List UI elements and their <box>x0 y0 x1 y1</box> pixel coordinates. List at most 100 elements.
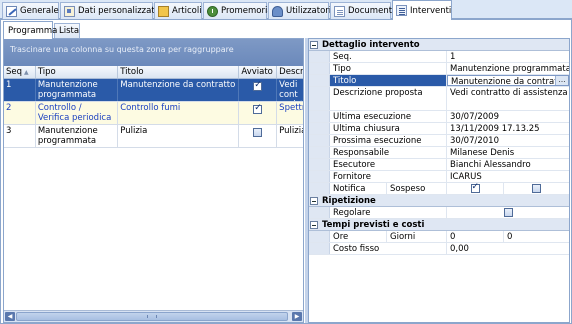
tab-utilizzatori[interactable]: Utilizzatori <box>268 2 332 19</box>
cell-avviato <box>239 79 278 101</box>
regolare-cell <box>447 207 569 218</box>
property-row-ore-giorni[interactable]: Ore Giorni 0 0 <box>309 231 569 243</box>
property-row-seq[interactable]: Seq. 1 <box>309 51 569 63</box>
tab-documenti-label: Documenti <box>348 6 395 16</box>
table-row[interactable]: 1 Manutenzione programmata Manutenzione … <box>4 79 303 102</box>
notifica-cell <box>447 183 504 194</box>
property-value[interactable]: 30/07/2009 <box>447 111 569 122</box>
users-icon <box>272 5 283 17</box>
tab-interventi[interactable]: Interventi <box>392 0 452 20</box>
property-value: Manutenzione da contratto <box>451 77 567 86</box>
cell-descrizione: Spettro <box>279 103 303 113</box>
property-label: Titolo <box>330 75 447 86</box>
property-value[interactable]: Milanese Denis <box>447 147 569 158</box>
property-value[interactable]: 30/07/2010 <box>447 135 569 146</box>
section-tempi-previsti[interactable]: Tempi previsti e costi <box>309 219 569 231</box>
sospeso-label: Sospeso <box>387 183 447 194</box>
grid-header: Seq ▲ Tipo Titolo Avviato Descri <box>4 66 303 79</box>
column-header-avviato[interactable]: Avviato <box>239 66 278 78</box>
section-dettaglio-intervento[interactable]: Dettaglio intervento <box>309 39 569 51</box>
tab-documenti[interactable]: Documenti <box>330 2 395 19</box>
sospeso-checkbox[interactable] <box>532 184 541 193</box>
horizontal-scrollbar[interactable]: ◀ ▶ <box>4 310 303 322</box>
tab-dati-personalizzati[interactable]: Dati personalizzati <box>60 2 157 19</box>
list-icon <box>396 5 407 16</box>
tab-promemoria[interactable]: Promemoria <box>203 2 273 19</box>
section-ripetizione[interactable]: Ripetizione <box>309 195 569 207</box>
property-value[interactable]: 1 <box>447 51 569 62</box>
table-row[interactable]: 3 Manutenzione programmata Pulizia Puliz… <box>4 125 303 148</box>
cell-descrizione: Vedi cont assiste <box>279 80 303 101</box>
column-header-descrizione[interactable]: Descri <box>277 66 303 78</box>
property-label: Responsabile <box>330 147 447 158</box>
scroll-right-button[interactable]: ▶ <box>292 312 302 321</box>
interventions-grid: Trascinare una colonna su questa zona pe… <box>3 38 304 323</box>
property-value[interactable]: Bianchi Alessandro <box>447 159 569 170</box>
box-icon <box>158 5 169 17</box>
column-header-seq[interactable]: Seq ▲ <box>4 66 36 78</box>
cell-seq: 1 <box>4 79 36 101</box>
property-value[interactable]: Vedi contratto di assistenza <box>447 87 569 110</box>
collapse-icon[interactable] <box>310 40 318 49</box>
property-row-esecutore[interactable]: Esecutore Bianchi Alessandro <box>309 159 569 171</box>
column-header-tipo-label: Tipo <box>37 67 56 77</box>
scrollbar-thumb[interactable] <box>16 312 288 321</box>
property-row-titolo[interactable]: Titolo Manutenzione da contratto … <box>309 75 569 87</box>
group-by-drop-area[interactable]: Trascinare una colonna su questa zona pe… <box>4 39 303 66</box>
property-row-responsabile[interactable]: Responsabile Milanese Denis <box>309 147 569 159</box>
property-row-ultima-esecuzione[interactable]: Ultima esecuzione 30/07/2009 <box>309 111 569 123</box>
property-row-tipo[interactable]: Tipo Manutenzione programmata <box>309 63 569 75</box>
property-value[interactable]: 0,00 <box>447 243 569 254</box>
property-row-ultima-chiusura[interactable]: Ultima chiusura 13/11/2009 17.13.25 <box>309 123 569 135</box>
cell-tipo: Manutenzione programmata <box>36 125 119 147</box>
subtab-lista[interactable]: Lista <box>54 23 80 38</box>
property-value[interactable]: ICARUS <box>447 171 569 182</box>
property-row-prossima-esecuzione[interactable]: Prossima esecuzione 30/07/2010 <box>309 135 569 147</box>
giorni-value[interactable]: 0 <box>504 231 569 242</box>
interventi-panel: Programma Lista Trascinare una colonna s… <box>0 19 572 324</box>
pencil-icon <box>6 5 17 17</box>
tab-utilizzatori-label: Utilizzatori <box>286 6 332 16</box>
section-title: Dettaglio intervento <box>322 39 420 50</box>
property-label: Descrizione proposta <box>330 87 447 110</box>
cell-tipo: Controllo / Verifica periodica <box>36 102 119 124</box>
sort-ascending-icon: ▲ <box>24 68 29 76</box>
cell-titolo: Controllo fumi <box>118 102 240 124</box>
avviato-checkbox[interactable] <box>253 80 263 91</box>
column-header-titolo-label: Titolo <box>120 67 144 77</box>
column-header-tipo[interactable]: Tipo <box>36 66 119 78</box>
property-row-fornitore[interactable]: Fornitore ICARUS <box>309 171 569 183</box>
cell-descrizione: Pulizia <box>279 126 303 136</box>
ellipsis-button[interactable]: … <box>555 76 568 85</box>
avviato-checkbox[interactable] <box>253 128 263 137</box>
property-value[interactable]: Manutenzione programmata <box>447 63 569 74</box>
table-row[interactable]: 2 Controllo / Verifica periodica Control… <box>4 102 303 125</box>
subtab-programma-label: Programma <box>8 25 58 36</box>
giorni-label: Giorni <box>387 231 447 242</box>
tab-articoli[interactable]: Articoli <box>154 2 202 19</box>
column-header-titolo[interactable]: Titolo <box>118 66 240 78</box>
cell-tipo: Manutenzione programmata <box>36 79 119 101</box>
tab-generale[interactable]: Generale <box>2 2 59 19</box>
property-row-regolare[interactable]: Regolare <box>309 207 569 219</box>
avviato-checkbox[interactable] <box>253 103 263 114</box>
subtab-programma[interactable]: Programma <box>3 21 57 39</box>
ore-value[interactable]: 0 <box>447 231 504 242</box>
property-row-descrizione[interactable]: Descrizione proposta Vedi contratto di a… <box>309 87 569 111</box>
card-icon <box>64 5 75 17</box>
property-label: Prossima esecuzione <box>330 135 447 146</box>
view-subtabs: Programma Lista <box>3 21 303 39</box>
titolo-editor[interactable]: Manutenzione da contratto … <box>447 75 569 86</box>
collapse-icon[interactable] <box>310 220 318 229</box>
regolare-checkbox[interactable] <box>503 208 513 217</box>
property-row-notifica-sospeso[interactable]: Notifica Sospeso <box>309 183 569 195</box>
column-header-avviato-label: Avviato <box>241 67 273 77</box>
tab-generale-label: Generale <box>20 6 59 16</box>
property-label: Seq. <box>330 51 447 62</box>
property-row-costo-fisso[interactable]: Costo fisso 0,00 <box>309 243 569 255</box>
collapse-icon[interactable] <box>310 196 318 205</box>
scroll-left-button[interactable]: ◀ <box>5 312 15 321</box>
notifica-checkbox[interactable] <box>470 183 480 193</box>
subtab-lista-label: Lista <box>59 26 80 36</box>
property-value[interactable]: 13/11/2009 17.13.25 <box>447 123 569 134</box>
